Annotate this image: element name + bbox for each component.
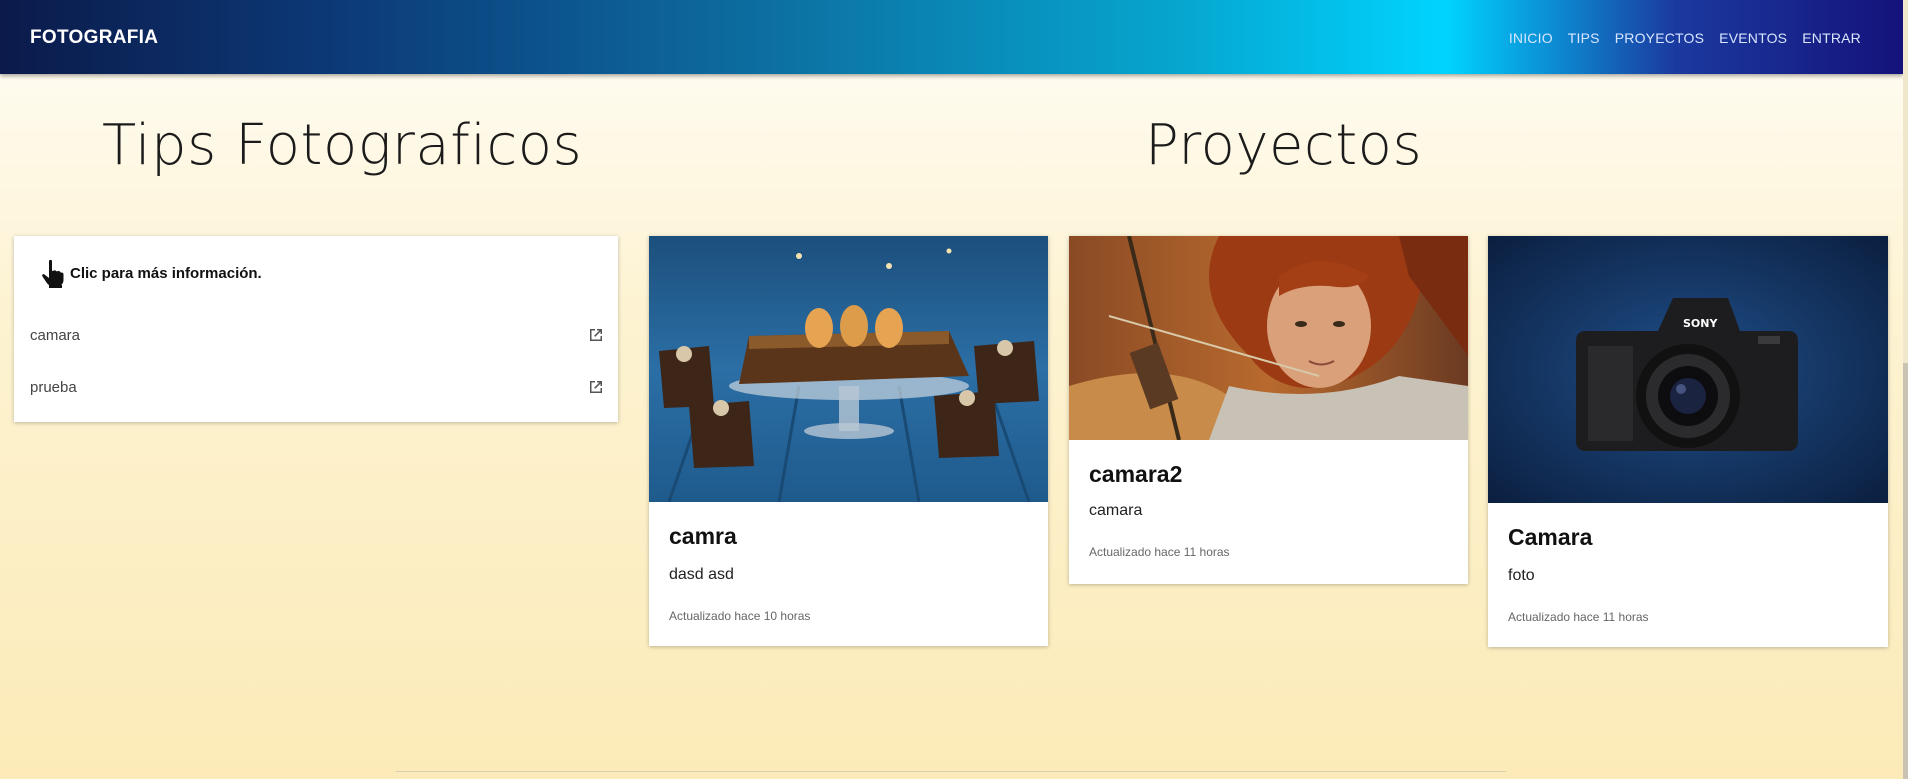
nav-link-tips[interactable]: TIPS (1568, 30, 1600, 46)
project-card-updated: Actualizado hace 11 horas (1508, 610, 1649, 624)
tips-card-header-text: Clic para más información. (70, 264, 262, 282)
tip-item-label: camara (30, 326, 81, 344)
tip-item-camara[interactable]: camara (30, 320, 604, 350)
nav-link-inicio[interactable]: INICIO (1509, 30, 1553, 46)
project-card-camara2[interactable]: camara2 camara Actualizado hace 11 horas (1069, 236, 1468, 584)
project-card-description: foto (1508, 567, 1535, 584)
footer-divider (396, 771, 1506, 772)
pointing-hand-icon (42, 259, 64, 288)
project-card-description: camara (1089, 502, 1143, 519)
project-card-camra[interactable]: camra dasd asd Actualizado hace 10 horas (649, 236, 1048, 646)
page-scrollbar[interactable] (1903, 0, 1908, 779)
projects-section-title: Proyectos (1145, 113, 1423, 178)
dessert-photo (649, 236, 1048, 502)
nav-link-proyectos[interactable]: PROYECTOS (1615, 30, 1704, 46)
nav-link-eventos[interactable]: EVENTOS (1719, 30, 1787, 46)
project-card-title: Camara (1508, 524, 1593, 550)
project-card-updated: Actualizado hace 10 horas (669, 609, 811, 623)
project-card-title: camra (669, 523, 737, 549)
top-navbar: FOTOGRAFIA INICIO TIPS PROYECTOS EVENTOS… (0, 0, 1903, 74)
project-card-camara[interactable]: SONY Camara foto Actualizado hace 11 hor… (1488, 236, 1888, 647)
tips-card: Clic para más información. camara prueba (14, 236, 618, 422)
project-card-title: camara2 (1089, 461, 1183, 487)
sony-camera-photo: SONY (1488, 236, 1888, 503)
nav-link-entrar[interactable]: ENTRAR (1802, 30, 1861, 46)
nav-links: INICIO TIPS PROYECTOS EVENTOS ENTRAR (1509, 30, 1861, 46)
tips-card-header: Clic para más información. (38, 258, 262, 288)
project-card-updated: Actualizado hace 11 horas (1089, 545, 1230, 559)
tip-item-prueba[interactable]: prueba (30, 372, 604, 402)
svg-text:SONY: SONY (1683, 317, 1718, 330)
scrollbar-thumb[interactable] (1903, 363, 1908, 779)
tip-item-label: prueba (30, 378, 77, 396)
tips-section-title: Tips Fotograficos (102, 113, 583, 178)
brand-logo[interactable]: FOTOGRAFIA (30, 27, 158, 49)
project-card-description: dasd asd (669, 566, 734, 583)
open-in-new-icon[interactable] (588, 327, 604, 343)
open-in-new-icon[interactable] (588, 379, 604, 395)
archer-portrait-photo (1069, 236, 1468, 440)
